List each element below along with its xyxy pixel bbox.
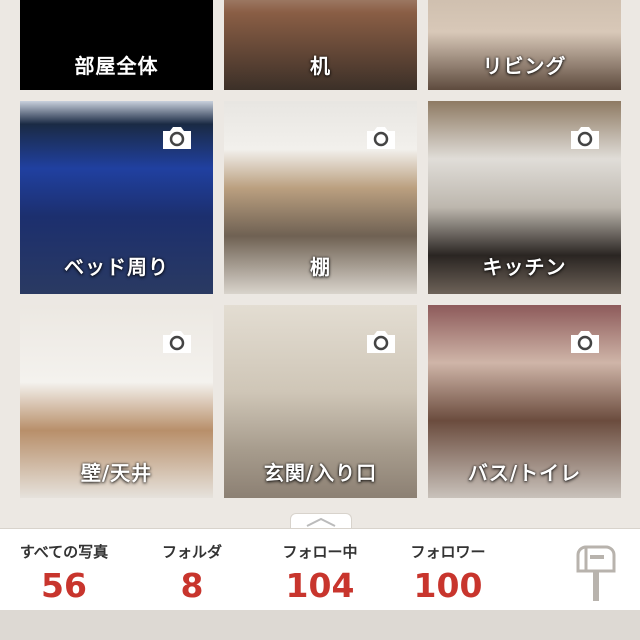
- folder-label: 玄関/入り口: [263, 461, 378, 485]
- camera-icon: [367, 127, 395, 149]
- camera-icon: [571, 331, 599, 353]
- folder-label: 机: [310, 54, 331, 78]
- folder-label: 棚: [310, 255, 331, 279]
- stat-value: 56: [41, 566, 87, 605]
- folder-label: バス/トイレ: [467, 461, 582, 485]
- camera-icon: [163, 127, 191, 149]
- camera-icon: [163, 331, 191, 353]
- stat-folders[interactable]: フォルダ 8: [142, 541, 242, 605]
- camera-icon: [571, 127, 599, 149]
- folder-tile-bed[interactable]: ベッド周り: [20, 101, 213, 294]
- folder-tile-whole-room[interactable]: 部屋全体: [20, 0, 213, 90]
- stat-value: 104: [285, 566, 355, 605]
- folder-tile-kitchen[interactable]: キッチン: [428, 101, 621, 294]
- folder-tile-wall[interactable]: 壁/天井: [20, 305, 213, 498]
- stat-followers[interactable]: フォロワー 100: [396, 541, 500, 605]
- folder-tile-entrance[interactable]: 玄関/入り口: [224, 305, 417, 498]
- folder-tile-bath[interactable]: バス/トイレ: [428, 305, 621, 498]
- folder-label: リビング: [482, 54, 567, 78]
- camera-icon: [367, 331, 395, 353]
- folder-grid: 部屋全体 机 リビング ベッド周り 棚 キッチン 壁/天井 玄関/入り口 バス/…: [0, 0, 640, 510]
- folder-label: 部屋全体: [74, 54, 159, 78]
- folder-tile-living[interactable]: リビング: [428, 0, 621, 90]
- stat-following[interactable]: フォロー中 104: [268, 541, 372, 605]
- stat-value: 8: [180, 566, 204, 605]
- stat-value: 100: [413, 566, 483, 605]
- folder-tile-desk[interactable]: 机: [224, 0, 417, 90]
- stat-all-photos[interactable]: すべての写真 56: [10, 541, 118, 605]
- profile-stats-panel: すべての写真 56 フォルダ 8 フォロー中 104 フォロワー 100: [0, 528, 640, 611]
- folder-label: キッチン: [482, 255, 567, 279]
- folder-label: ベッド周り: [64, 255, 169, 279]
- folder-label: 壁/天井: [80, 461, 153, 485]
- folder-tile-shelf[interactable]: 棚: [224, 101, 417, 294]
- stat-label: フォルダ: [161, 543, 222, 561]
- stat-label: すべての写真: [19, 543, 109, 561]
- bottom-bar: [0, 610, 640, 640]
- mailbox-icon[interactable]: [574, 541, 618, 601]
- stat-label: フォロー中: [282, 543, 358, 561]
- stat-label: フォロワー: [410, 543, 486, 561]
